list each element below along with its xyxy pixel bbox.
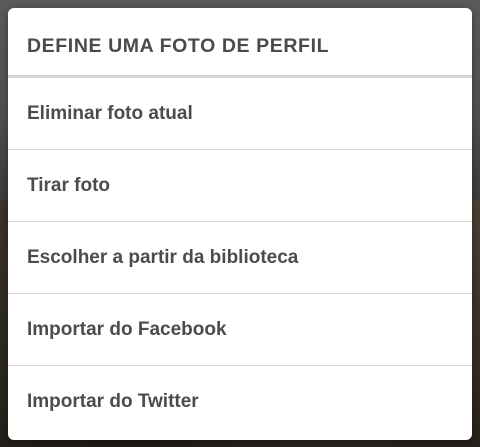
dialog-title: DEFINE UMA FOTO DE PERFIL xyxy=(8,8,472,78)
profile-photo-dialog: DEFINE UMA FOTO DE PERFIL Eliminar foto … xyxy=(8,8,472,440)
take-photo-option[interactable]: Tirar foto xyxy=(8,150,472,222)
import-from-facebook-option[interactable]: Importar do Facebook xyxy=(8,294,472,366)
remove-current-photo-option[interactable]: Eliminar foto atual xyxy=(8,78,472,150)
choose-from-library-option[interactable]: Escolher a partir da biblioteca xyxy=(8,222,472,294)
import-from-twitter-option[interactable]: Importar do Twitter xyxy=(8,366,472,438)
